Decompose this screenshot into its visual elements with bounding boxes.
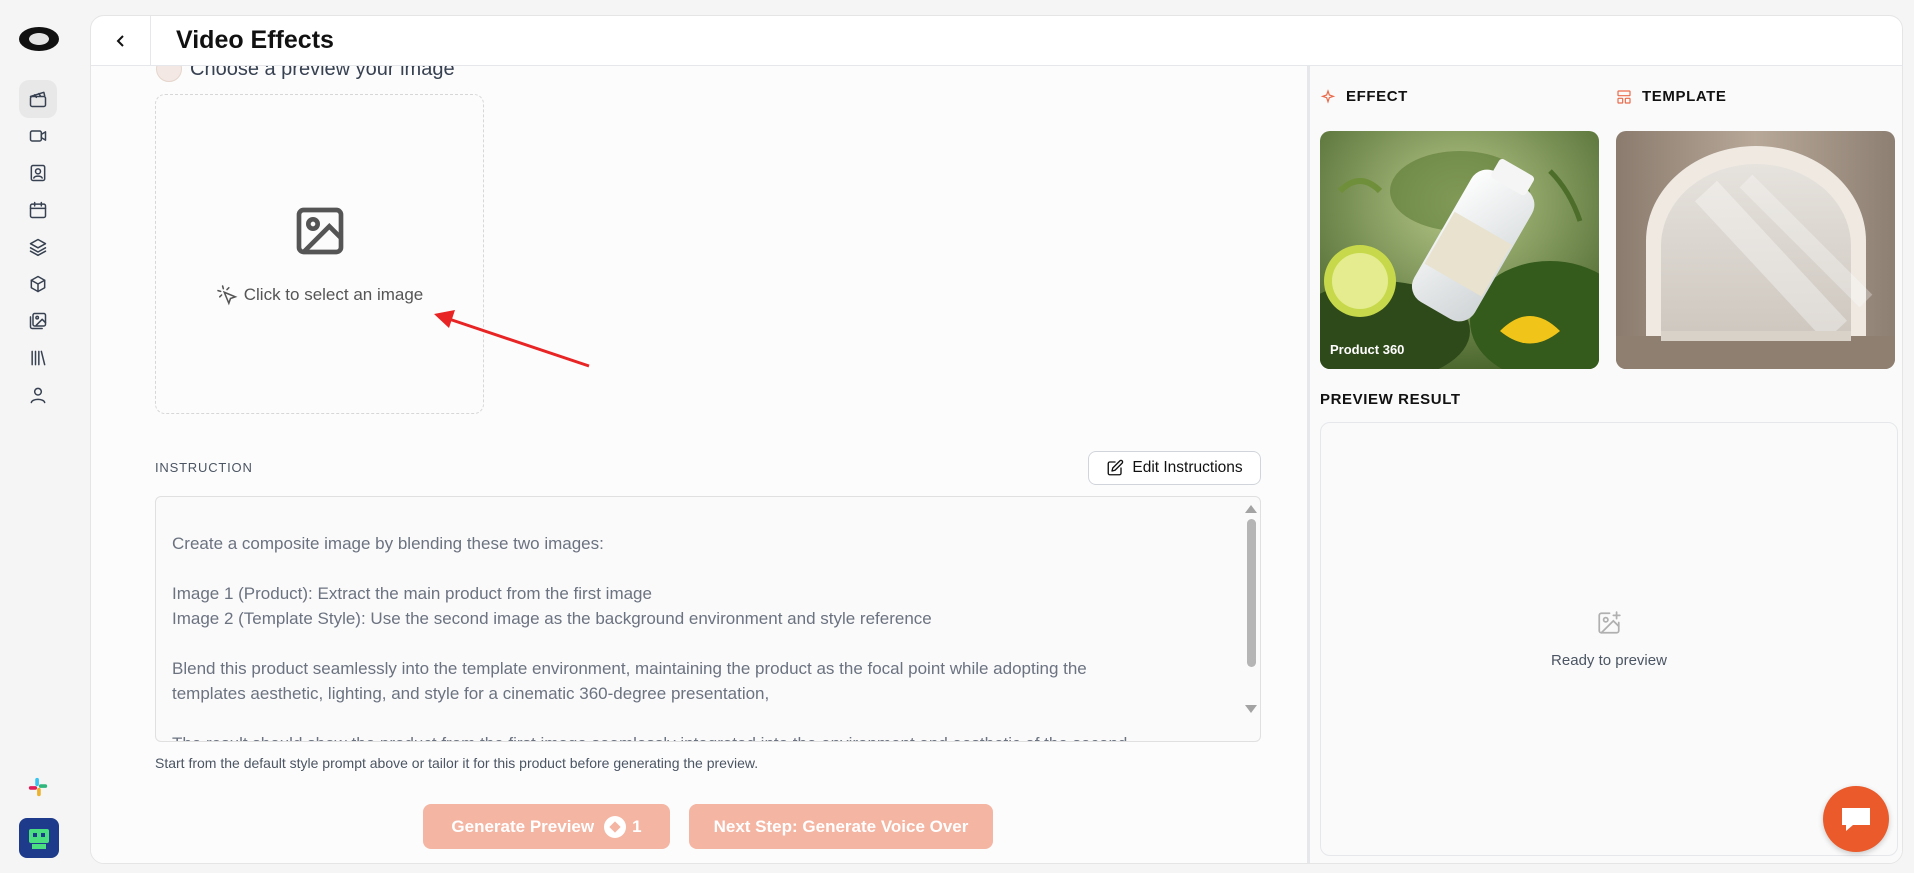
select-image-prompt[interactable]: Click to select an image: [216, 284, 423, 306]
credit-cost: 1: [604, 815, 642, 838]
scroll-thumb[interactable]: [1247, 519, 1256, 667]
chat-icon: [1842, 808, 1870, 831]
bot-avatar[interactable]: [19, 818, 59, 858]
instruction-hint: Start from the default style prompt abov…: [155, 755, 759, 771]
back-button[interactable]: [91, 16, 151, 66]
credit-icon: [604, 815, 627, 838]
template-heading: TEMPLATE: [1616, 88, 1727, 105]
edit-icon: [1107, 459, 1124, 476]
upload-step-label: Choose a preview your image: [156, 66, 455, 82]
contact-icon[interactable]: [19, 154, 57, 192]
page-title: Video Effects: [176, 26, 334, 54]
editor-panel: Choose a preview your image Click to sel…: [91, 66, 1307, 863]
effect-thumbnail[interactable]: Product 360: [1320, 131, 1599, 369]
image-plus-icon: [1598, 610, 1621, 634]
clapperboard-icon[interactable]: [19, 80, 57, 118]
edit-instructions-button[interactable]: Edit Instructions: [1088, 451, 1261, 485]
annotation-arrow: [434, 310, 590, 368]
instruction-text: Create a composite image by blending the…: [172, 534, 1127, 741]
effect-name: Product 360: [1330, 342, 1405, 357]
box-icon[interactable]: [19, 265, 57, 303]
app-logo[interactable]: [19, 27, 59, 51]
sparkle-icon: [1320, 88, 1336, 104]
scroll-up-icon[interactable]: [1245, 505, 1257, 513]
scroll-down-icon[interactable]: [1245, 705, 1257, 713]
user-icon[interactable]: [19, 376, 57, 414]
template-thumbnail[interactable]: [1616, 131, 1895, 369]
side-panel: EFFECT TEMPLATE Product 360 PREVIEW RESU…: [1307, 66, 1902, 863]
preview-empty-text: Ready to preview: [1551, 651, 1667, 669]
sidebar-rail: [0, 0, 78, 873]
preview-result-area: Ready to preview: [1320, 422, 1898, 856]
arch-template-image: [1616, 131, 1895, 369]
images-icon[interactable]: [19, 302, 57, 340]
main-card: Video Effects Choose a preview your imag…: [90, 15, 1903, 864]
library-icon[interactable]: [19, 339, 57, 377]
video-icon[interactable]: [19, 117, 57, 155]
step-indicator: [156, 66, 182, 82]
chevron-left-icon: [116, 34, 124, 47]
calendar-icon[interactable]: [19, 191, 57, 229]
layout-icon: [1617, 89, 1631, 104]
page-header: Video Effects: [91, 16, 1902, 66]
instruction-textarea[interactable]: Create a composite image by blending the…: [155, 496, 1261, 742]
instruction-label: INSTRUCTION: [155, 460, 253, 475]
image-icon: [292, 203, 348, 264]
preview-heading: PREVIEW RESULT: [1320, 391, 1461, 408]
slack-icon[interactable]: [27, 776, 49, 798]
textarea-scrollbar[interactable]: [1242, 497, 1260, 741]
next-step-button[interactable]: Next Step: Generate Voice Over: [689, 804, 993, 849]
product-360-image: [1320, 131, 1599, 369]
effect-heading: EFFECT: [1320, 88, 1408, 105]
layers-icon[interactable]: [19, 228, 57, 266]
generate-preview-button[interactable]: Generate Preview 1: [423, 804, 670, 849]
cursor-click-icon: [216, 284, 238, 305]
chat-button[interactable]: [1823, 786, 1889, 852]
